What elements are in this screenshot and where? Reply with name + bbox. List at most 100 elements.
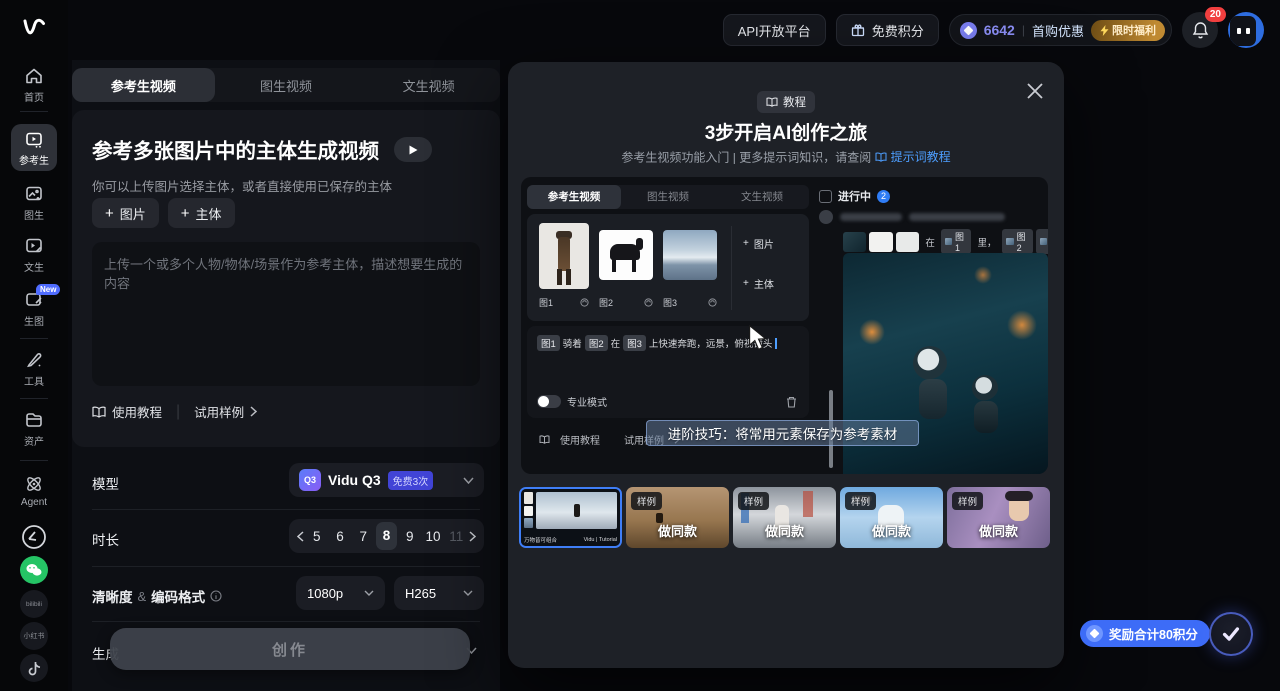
sample-badge: 样例 [952, 492, 983, 510]
demo-tab-text-video: 文生视频 [715, 185, 809, 209]
sidebar-item-agent[interactable]: Agent [0, 474, 68, 508]
codec-select[interactable]: H265 [394, 576, 484, 610]
notification-count-badge: 20 [1205, 7, 1226, 22]
intro-video-play-button[interactable] [394, 137, 432, 162]
free-credits-button[interactable]: 免费积分 [836, 14, 939, 46]
sample-badge: 样例 [631, 492, 662, 510]
settings-divider [92, 566, 480, 567]
agent-icon [24, 474, 44, 494]
douyin-icon[interactable] [20, 654, 48, 682]
sample-link[interactable]: 试用样例 [194, 402, 257, 421]
demo-add-image-label: 图片 [754, 236, 774, 251]
tab-text-video[interactable]: 文生视频 [357, 68, 500, 102]
plus-icon: + [743, 278, 749, 289]
sidebar-item-label: 参考生 [11, 152, 57, 167]
vidu-logo-icon[interactable] [19, 12, 51, 44]
lightning-icon [1100, 25, 1109, 36]
make-same-label: 做同款 [947, 521, 1050, 540]
queue-image-chip: 图1 [941, 229, 972, 254]
model-select[interactable]: Q3 Vidu Q3 免费3次 [289, 463, 484, 497]
sidebar-item-text-gen[interactable]: 文生 [0, 236, 68, 274]
sidebar-item-label: Agent [0, 497, 68, 508]
wechat-icon[interactable] [20, 556, 48, 584]
info-icon[interactable] [210, 590, 222, 602]
sidebar-item-pic-gen[interactable]: 生图 New [0, 290, 68, 328]
sample-thumb-tutorial-selected[interactable]: 万物皆可组合 Vidu | Tutorial [519, 487, 622, 548]
tutorial-link[interactable]: 使用教程 [92, 402, 162, 421]
settings-divider [92, 621, 480, 622]
duration-next-icon[interactable] [469, 531, 476, 542]
duration-option[interactable]: 10 [423, 529, 444, 544]
close-icon[interactable] [1026, 82, 1044, 100]
sample-thumb-polar-bear[interactable]: 样例 做同款 [840, 487, 943, 548]
api-platform-button[interactable]: API开放平台 [723, 14, 826, 46]
resolution-select[interactable]: 1080p [296, 576, 385, 610]
link-divider: | [176, 403, 180, 421]
bilibili-icon[interactable]: bilibili [20, 590, 48, 618]
create-button[interactable]: 创作 [110, 628, 470, 670]
duration-option[interactable]: 5 [306, 529, 327, 544]
demo-caption: 进阶技巧：将常用元素保存为参考素材 [646, 420, 919, 446]
prompt-tutorial-link-label: 提示词教程 [891, 148, 951, 165]
bilibili-label: bilibili [26, 601, 42, 608]
credits-pill[interactable]: 6642 | 首购优惠 限时福利 [949, 14, 1172, 46]
app-root: 首页 参考生 图生 文生 生图 New 工具 资产 [0, 0, 1280, 691]
duration-option[interactable]: 11 [446, 529, 467, 544]
prompt-input[interactable] [92, 242, 480, 386]
tab-image-video[interactable]: 图生视频 [215, 68, 358, 102]
duration-option[interactable]: 9 [399, 529, 420, 544]
resolution-value: 1080p [307, 586, 343, 601]
sample-thumb-city[interactable]: 样例 做同款 [733, 487, 836, 548]
reward-diamond-icon [1086, 625, 1103, 642]
duration-option-selected[interactable]: 8 [376, 522, 397, 550]
folder-icon [24, 410, 44, 430]
sample-thumb-desert[interactable]: 样例 做同款 [626, 487, 729, 548]
add-subject-button[interactable]: + 主体 [168, 198, 235, 228]
toggle-off-icon [537, 395, 561, 408]
tutorial-video-frame[interactable]: 参考生视频 图生视频 文生视频 图1 [521, 177, 1048, 474]
sidebar-item-image-gen[interactable]: 图生 [0, 184, 68, 222]
duration-option[interactable]: 7 [353, 529, 374, 544]
limited-offer-badge[interactable]: 限时福利 [1091, 20, 1165, 41]
xiaohongshu-icon[interactable]: 小红书 [20, 622, 48, 650]
gift-icon [851, 23, 865, 37]
limited-offer-label: 限时福利 [1112, 22, 1156, 38]
model-free-badge: 免费3次 [388, 471, 434, 490]
sidebar-item-label: 首页 [0, 89, 68, 104]
reward-label: 奖励合计80积分 [1109, 624, 1198, 643]
plus-icon: + [743, 238, 749, 249]
book-icon [539, 435, 550, 444]
feedback-icon[interactable] [19, 522, 49, 552]
notification-bell[interactable]: 20 [1182, 12, 1218, 48]
quality-label: 清晰度 [92, 586, 133, 606]
duration-option[interactable]: 6 [330, 529, 351, 544]
make-same-label: 做同款 [626, 521, 729, 540]
demo-reference-card: 图1 图2 图3 [527, 214, 809, 321]
reward-pill: 奖励合计80积分 [1080, 620, 1210, 647]
sidebar-item-assets[interactable]: 资产 [0, 410, 68, 448]
plus-icon: + [105, 205, 114, 222]
tutorial-modal: 教程 3步开启AI创作之旅 参考生视频功能入门 | 更多提示词知识，请查阅 提示… [508, 62, 1064, 668]
chevron-down-icon [364, 590, 374, 596]
add-subject-label: 主体 [196, 204, 222, 223]
add-image-button[interactable]: + 图片 [92, 198, 159, 228]
user-avatar[interactable] [1228, 12, 1264, 48]
trash-icon [786, 396, 797, 408]
modal-subtitle-text: 参考生视频功能入门 | 更多提示词知识，请查阅 [621, 151, 871, 165]
task-check-button[interactable] [1209, 612, 1253, 656]
home-icon [24, 66, 44, 86]
sidebar-item-home[interactable]: 首页 [0, 66, 68, 104]
duration-prev-icon[interactable] [297, 531, 304, 542]
sample-thumb-lavender[interactable]: 样例 做同款 [947, 487, 1050, 548]
tab-reference-video[interactable]: 参考生视频 [72, 68, 215, 102]
card-title: 参考多张图片中的主体生成视频 [92, 134, 379, 164]
sidebar-item-tools[interactable]: 工具 [0, 350, 68, 388]
modal-subtitle: 参考生视频功能入门 | 更多提示词知识，请查阅 提示词教程 [508, 148, 1064, 166]
card-subtitle: 你可以上传图片选择主体，或者直接使用已保存的主体 [92, 176, 392, 195]
prompt-segment: 骑着 [563, 336, 582, 350]
prompt-tutorial-link[interactable]: 提示词教程 [875, 148, 951, 165]
model-value: Vidu Q3 [328, 472, 381, 488]
sidebar-item-label: 工具 [0, 373, 68, 388]
sidebar-item-reference-gen[interactable]: 参考生 [11, 124, 57, 171]
codec-label: 编码格式 [151, 586, 205, 606]
